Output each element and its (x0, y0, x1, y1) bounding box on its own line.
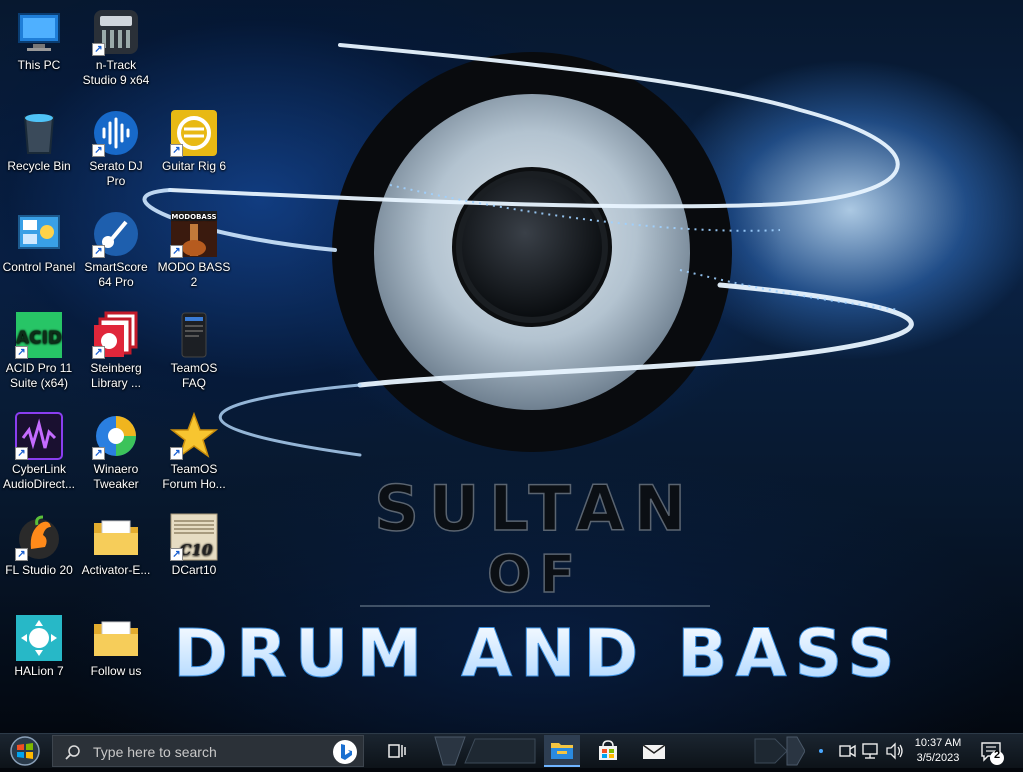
desktop-icon-activator[interactable]: Activator-E... (77, 513, 155, 578)
start-button[interactable] (4, 735, 46, 767)
recycle-bin-icon (15, 109, 63, 157)
this-pc-icon (15, 8, 63, 56)
serato-icon: ↗ (92, 109, 140, 157)
ntrack-icon: ↗ (92, 8, 140, 56)
modo-bass-icon: MODOBASS ↗ (170, 211, 217, 258)
network-icon (862, 743, 878, 759)
desktop-icon-teamos-faq[interactable]: TeamOS FAQ (155, 311, 233, 391)
taskbar-mail[interactable] (636, 735, 672, 767)
cyberlink-icon: ↗ (15, 412, 63, 460)
control-panel-icon (15, 210, 63, 258)
desktop-icon-control-panel[interactable]: Control Panel (0, 210, 78, 275)
guitar-rig-icon: ↗ (170, 109, 218, 157)
halion-icon (15, 614, 63, 662)
winaero-icon: ↗ (92, 412, 140, 460)
search-placeholder: Type here to search (93, 744, 217, 760)
task-view-icon (388, 744, 406, 758)
tray-bluetooth[interactable] (813, 735, 829, 767)
task-view-button[interactable] (380, 735, 414, 767)
action-center-button[interactable]: 2 (976, 735, 1010, 767)
desktop-icon-cyberlink[interactable]: ↗ CyberLink AudioDirect... (0, 412, 78, 492)
desktop-icon-halion[interactable]: HALion 7 (0, 614, 78, 679)
mail-icon (642, 744, 666, 759)
desktop-icon-dcart10[interactable]: C10 ↗ DCart10 (155, 513, 233, 578)
taskbar-file-explorer[interactable] (544, 735, 580, 767)
wallpaper-title-line3: DRUM AND BASS (173, 615, 902, 692)
desktop-icon-fl-studio[interactable]: ↗ FL Studio 20 (0, 513, 78, 578)
file-explorer-icon (551, 743, 573, 759)
svg-text:C10: C10 (180, 541, 213, 559)
desktop-icon-guitar-rig[interactable]: ↗ Guitar Rig 6 (155, 109, 233, 174)
store-icon (599, 740, 617, 760)
desktop-icon-acid-pro[interactable]: ACID ↗ ACID Pro 11 Suite (x64) (0, 311, 78, 391)
desktop-icon-modo-bass[interactable]: MODOBASS ↗ MODO BASS 2 (155, 210, 233, 290)
tray-network[interactable] (860, 735, 882, 767)
tray-clock[interactable]: 10:37 AM 3/5/2023 (908, 735, 968, 767)
wallpaper-title-line1: SULTAN (374, 472, 696, 545)
steinberg-icon: ↗ (92, 311, 140, 359)
wallpaper-title-line2: OF (487, 545, 583, 605)
svg-text:MODOBASS: MODOBASS (171, 213, 216, 221)
fl-studio-icon: ↗ (15, 513, 63, 561)
desktop-icon-winaero[interactable]: ↗ Winaero Tweaker (77, 412, 155, 492)
bing-icon[interactable] (331, 739, 359, 765)
taskbar-store[interactable] (590, 735, 626, 767)
star-icon: ↗ (169, 411, 219, 460)
search-icon (65, 745, 80, 760)
desktop-icon-serato[interactable]: ↗ Serato DJ Pro (77, 109, 155, 189)
clock-time: 10:37 AM (914, 737, 962, 749)
desktop: SULTAN OF DRUM AND BASS This PC ↗ n-Trac… (0, 0, 1023, 733)
search-box[interactable]: Type here to search (52, 735, 364, 767)
smartscore-icon: ↗ (92, 210, 140, 258)
desktop-icon-this-pc[interactable]: This PC (0, 8, 78, 73)
desktop-icon-steinberg-library[interactable]: ↗ Steinberg Library ... (77, 311, 155, 391)
desktop-icon-smartscore[interactable]: ↗ SmartScore 64 Pro (77, 210, 155, 290)
webcam-icon (839, 744, 856, 758)
folder-icon (92, 513, 140, 561)
folder-icon (92, 614, 140, 662)
desktop-icon-teamos-forum[interactable]: ↗ TeamOS Forum Ho... (155, 411, 233, 492)
tray-volume[interactable] (884, 735, 906, 767)
desktop-icon-follow-us[interactable]: Follow us (77, 614, 155, 679)
volume-icon (886, 742, 903, 760)
svg-text:ACID: ACID (16, 328, 62, 348)
acid-icon: ACID ↗ (15, 311, 63, 359)
taskbar: Type here to search 10:37 AM 3/5/2023 2 (0, 733, 1023, 768)
dcart-icon: C10 ↗ (170, 513, 218, 561)
clock-date: 3/5/2023 (916, 752, 960, 764)
tray-meet-now[interactable] (837, 735, 857, 767)
windows-logo-icon (10, 736, 40, 766)
desktop-icon-ntrack[interactable]: ↗ n-Track Studio 9 x64 (77, 8, 155, 88)
bluetooth-icon (819, 749, 823, 753)
notification-count-badge: 2 (993, 749, 1001, 761)
teamos-faq-icon (170, 311, 218, 359)
desktop-icon-recycle-bin[interactable]: Recycle Bin (0, 109, 78, 174)
